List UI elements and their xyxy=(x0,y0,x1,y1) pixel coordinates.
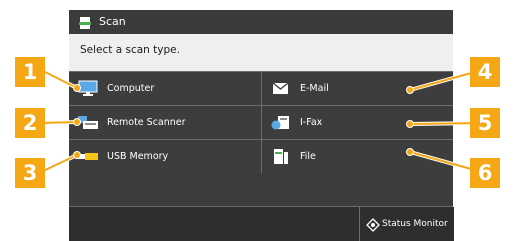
usb-memory-icon xyxy=(77,148,99,165)
computer-monitor-icon xyxy=(77,80,99,97)
remote-scanner-label: Remote Scanner xyxy=(107,117,186,128)
status-monitor-label: Status Monitor xyxy=(382,219,448,229)
remote-scanner-icon xyxy=(77,114,99,131)
scan-document-icon xyxy=(78,15,92,29)
email-button[interactable]: E-Mail xyxy=(262,71,453,105)
callout-6: 6 xyxy=(470,158,500,188)
computer-button[interactable]: Computer xyxy=(69,71,261,105)
callout-4: 4 xyxy=(470,57,500,87)
title-bar: Scan xyxy=(69,10,453,34)
ifax-button[interactable]: I-Fax xyxy=(262,105,453,139)
ifax-icon xyxy=(270,114,292,131)
status-monitor-icon xyxy=(366,217,380,232)
grid-divider xyxy=(261,71,262,173)
ifax-label: I-Fax xyxy=(300,117,323,128)
scan-screen: Scan Select a scan type. Computer E-Mail… xyxy=(69,10,454,241)
file-label: File xyxy=(300,151,316,162)
usb-memory-button[interactable]: USB Memory xyxy=(69,139,261,173)
bottom-bar: Status Monitor xyxy=(69,206,454,241)
file-server-icon xyxy=(270,148,292,165)
scan-type-prompt: Select a scan type. xyxy=(80,44,180,56)
usb-memory-label: USB Memory xyxy=(107,151,169,162)
callout-1: 1 xyxy=(15,57,45,87)
computer-label: Computer xyxy=(107,83,155,94)
status-monitor-button[interactable]: Status Monitor xyxy=(359,207,454,241)
remote-scanner-button[interactable]: Remote Scanner xyxy=(69,105,261,139)
scan-type-grid: Computer E-Mail Remote Scanner I-Fax USB… xyxy=(69,71,453,206)
callout-3: 3 xyxy=(15,158,45,188)
callout-5: 5 xyxy=(470,108,500,138)
callout-2: 2 xyxy=(15,108,45,138)
window-title: Scan xyxy=(99,15,126,28)
envelope-icon xyxy=(270,80,292,97)
email-label: E-Mail xyxy=(300,83,329,94)
file-button[interactable]: File xyxy=(262,139,453,173)
